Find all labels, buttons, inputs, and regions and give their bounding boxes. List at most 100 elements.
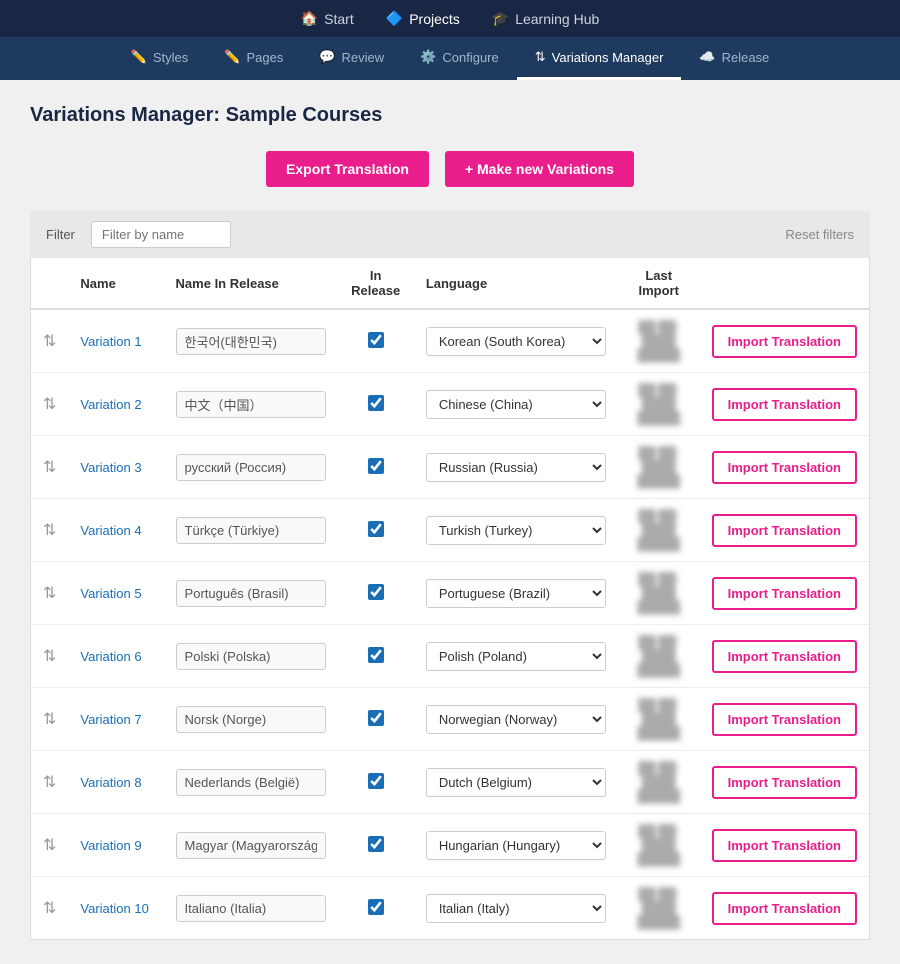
last-import-cell: ██/██/█████████ [618, 373, 700, 436]
name-in-release-input[interactable] [176, 328, 326, 355]
last-import-cell: ██/██/█████████ [618, 499, 700, 562]
in-release-checkbox[interactable] [368, 458, 384, 474]
name-in-release-input[interactable] [176, 580, 326, 607]
in-release-cell [338, 309, 414, 373]
variation-link[interactable]: Variation 5 [80, 586, 141, 601]
nav-pages[interactable]: ✏️ Pages [206, 37, 301, 80]
language-select[interactable]: Russian (Russia) [426, 453, 606, 482]
in-release-checkbox[interactable] [368, 836, 384, 852]
reset-filters-button[interactable]: Reset filters [785, 227, 854, 242]
top-nav-start[interactable]: 🏠 Start [301, 10, 354, 27]
name-in-release-input[interactable] [176, 454, 326, 481]
import-translation-button[interactable]: Import Translation [712, 829, 857, 862]
variation-link[interactable]: Variation 7 [80, 712, 141, 727]
import-translation-button[interactable]: Import Translation [712, 388, 857, 421]
in-release-checkbox[interactable] [368, 395, 384, 411]
variation-link[interactable]: Variation 6 [80, 649, 141, 664]
top-nav-projects[interactable]: 🔷 Projects [386, 10, 460, 27]
in-release-checkbox[interactable] [368, 521, 384, 537]
nav-review[interactable]: 💬 Review [301, 37, 402, 80]
table-row: ⇅ Variation 9 Hungarian (Hungary) ██/██/… [31, 814, 869, 877]
projects-icon: 🔷 [386, 10, 403, 27]
name-in-release-input[interactable] [176, 832, 326, 859]
language-cell: Chinese (China) [414, 373, 618, 436]
sort-handle[interactable]: ⇅ [43, 522, 56, 539]
sort-handle[interactable]: ⇅ [43, 396, 56, 413]
name-in-release-input[interactable] [176, 895, 326, 922]
pages-icon: ✏️ [224, 49, 240, 65]
import-translation-button[interactable]: Import Translation [712, 325, 857, 358]
import-translation-button[interactable]: Import Translation [712, 451, 857, 484]
name-in-release-cell [164, 625, 338, 688]
variation-link[interactable]: Variation 10 [80, 901, 148, 916]
import-translation-button[interactable]: Import Translation [712, 640, 857, 673]
sort-handle[interactable]: ⇅ [43, 648, 56, 665]
import-translation-button[interactable]: Import Translation [712, 703, 857, 736]
sort-handle[interactable]: ⇅ [43, 711, 56, 728]
variation-link[interactable]: Variation 3 [80, 460, 141, 475]
language-cell: Norwegian (Norway) [414, 688, 618, 751]
name-in-release-input[interactable] [176, 643, 326, 670]
name-in-release-input[interactable] [176, 706, 326, 733]
name-in-release-input[interactable] [176, 769, 326, 796]
name-in-release-input[interactable] [176, 391, 326, 418]
variation-name-cell: Variation 2 [68, 373, 163, 436]
last-import-value: ██/██/█████████ [637, 383, 680, 425]
sort-handle[interactable]: ⇅ [43, 774, 56, 791]
nav-release[interactable]: ☁️ Release [681, 37, 787, 80]
variation-link[interactable]: Variation 9 [80, 838, 141, 853]
sort-handle-cell: ⇅ [31, 499, 68, 562]
sort-handle[interactable]: ⇅ [43, 900, 56, 917]
nav-variations-manager[interactable]: ⇅ Variations Manager [517, 37, 682, 80]
import-translation-button[interactable]: Import Translation [712, 766, 857, 799]
last-import-cell: ██/██/█████████ [618, 625, 700, 688]
in-release-cell [338, 499, 414, 562]
language-select[interactable]: Hungarian (Hungary) [426, 831, 606, 860]
language-cell: Portuguese (Brazil) [414, 562, 618, 625]
action-bar: Export Translation + Make new Variations [30, 151, 870, 187]
import-translation-button[interactable]: Import Translation [712, 892, 857, 925]
page-content: Variations Manager: Sample Courses Expor… [0, 80, 900, 964]
language-select[interactable]: Turkish (Turkey) [426, 516, 606, 545]
top-nav-projects-label: Projects [409, 11, 460, 27]
variation-link[interactable]: Variation 8 [80, 775, 141, 790]
in-release-checkbox[interactable] [368, 584, 384, 600]
filter-label: Filter [46, 227, 75, 242]
language-select[interactable]: Korean (South Korea) [426, 327, 606, 356]
name-in-release-input[interactable] [176, 517, 326, 544]
variation-link[interactable]: Variation 4 [80, 523, 141, 538]
in-release-checkbox[interactable] [368, 710, 384, 726]
in-release-cell [338, 625, 414, 688]
in-release-checkbox[interactable] [368, 647, 384, 663]
language-select[interactable]: Chinese (China) [426, 390, 606, 419]
sort-handle[interactable]: ⇅ [43, 837, 56, 854]
table-row: ⇅ Variation 3 Russian (Russia) ██/██/███… [31, 436, 869, 499]
in-release-cell [338, 688, 414, 751]
language-select[interactable]: Italian (Italy) [426, 894, 606, 923]
variation-link[interactable]: Variation 1 [80, 334, 141, 349]
filter-input[interactable] [91, 221, 231, 248]
nav-configure[interactable]: ⚙️ Configure [402, 37, 517, 80]
make-new-variations-button[interactable]: + Make new Variations [445, 151, 634, 187]
import-translation-button[interactable]: Import Translation [712, 577, 857, 610]
in-release-checkbox[interactable] [368, 899, 384, 915]
language-select[interactable]: Norwegian (Norway) [426, 705, 606, 734]
export-translation-button[interactable]: Export Translation [266, 151, 429, 187]
sort-handle[interactable]: ⇅ [43, 459, 56, 476]
variation-link[interactable]: Variation 2 [80, 397, 141, 412]
last-import-value: ██/██/█████████ [637, 572, 680, 614]
import-translation-button[interactable]: Import Translation [712, 514, 857, 547]
in-release-checkbox[interactable] [368, 332, 384, 348]
top-nav-learning-hub[interactable]: 🎓 Learning Hub [492, 10, 600, 27]
language-select[interactable]: Portuguese (Brazil) [426, 579, 606, 608]
in-release-cell [338, 877, 414, 940]
nav-styles[interactable]: ✏️ Styles [113, 37, 207, 80]
language-select[interactable]: Dutch (Belgium) [426, 768, 606, 797]
variations-table-container: Name Name In Release In Release Language… [30, 258, 870, 940]
language-select[interactable]: Polish (Poland) [426, 642, 606, 671]
sort-handle[interactable]: ⇅ [43, 333, 56, 350]
sort-handle[interactable]: ⇅ [43, 585, 56, 602]
last-import-value: ██/██/█████████ [637, 824, 680, 866]
in-release-checkbox[interactable] [368, 773, 384, 789]
language-cell: Polish (Poland) [414, 625, 618, 688]
